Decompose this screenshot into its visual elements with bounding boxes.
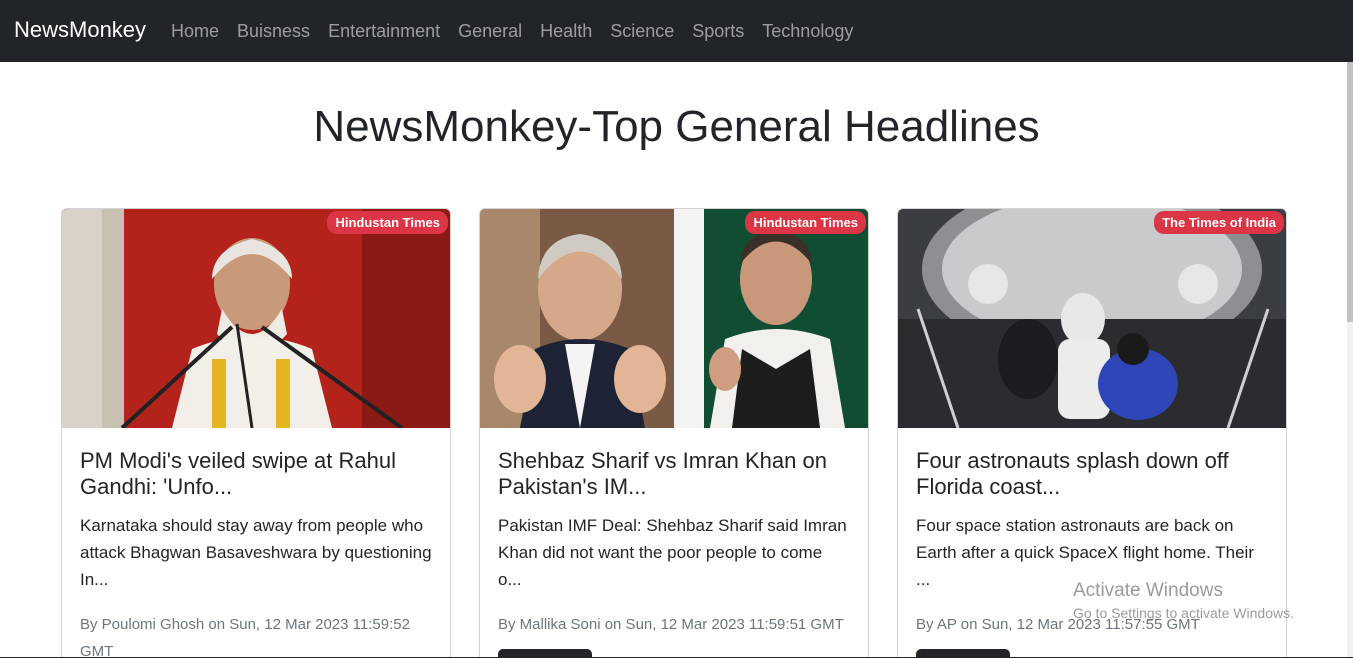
brand-logo-link[interactable]: NewsMonkey [14,17,146,43]
card-description: Karnataka should stay away from people w… [80,516,432,589]
nav-link-technology[interactable]: Technology [762,21,853,42]
nav-link-business[interactable]: Buisness [237,21,310,42]
source-badge: Hindustan Times [745,211,866,234]
card-body: Four astronauts splash down off Florida … [898,428,1286,638]
card-meta: By Mallika Soni on Sun, 12 Mar 2023 11:5… [498,616,844,633]
news-image: Hindustan Times [62,209,450,428]
navbar: NewsMonkey Home Buisness Entertainment G… [0,0,1353,62]
card-title: Four astronauts splash down off Florida … [916,448,1229,499]
news-image-graphic [62,209,450,428]
news-image-graphic [480,209,868,428]
nav-link-health[interactable]: Health [540,21,592,42]
source-badge: Hindustan Times [327,211,448,234]
card-description: Pakistan IMF Deal: Shehbaz Sharif said I… [498,516,847,589]
nav-link-sports[interactable]: Sports [692,21,744,42]
scrollbar-thumb[interactable] [1347,62,1353,322]
source-badge: The Times of India [1154,211,1284,234]
news-card: The Times of India Four astronauts splas… [897,208,1287,658]
card-meta: By Poulomi Ghosh on Sun, 12 Mar 2023 11:… [80,616,410,658]
card-body: PM Modi's veiled swipe at Rahul Gandhi: … [62,428,450,658]
page-title: NewsMonkey-Top General Headlines [313,102,1040,151]
card-meta: By AP on Sun, 12 Mar 2023 11:57:55 GMT [916,616,1200,633]
news-image: The Times of India [898,209,1286,428]
news-image: Hindustan Times [480,209,868,428]
news-card: Hindustan Times PM Modi's veiled swipe a… [61,208,451,658]
nav-link-general[interactable]: General [458,21,522,42]
card-title: PM Modi's veiled swipe at Rahul Gandhi: … [80,448,397,499]
nav-link-entertainment[interactable]: Entertainment [328,21,440,42]
card-description: Four space station astronauts are back o… [916,516,1254,589]
nav-link-science[interactable]: Science [610,21,674,42]
news-card: Hindustan Times Shehbaz Sharif vs Imran … [479,208,869,658]
nav-link-home[interactable]: Home [171,21,219,42]
card-title: Shehbaz Sharif vs Imran Khan on Pakistan… [498,448,827,499]
card-body: Shehbaz Sharif vs Imran Khan on Pakistan… [480,428,868,638]
news-image-graphic [898,209,1286,428]
nav-links: Home Buisness Entertainment General Heal… [171,21,853,42]
